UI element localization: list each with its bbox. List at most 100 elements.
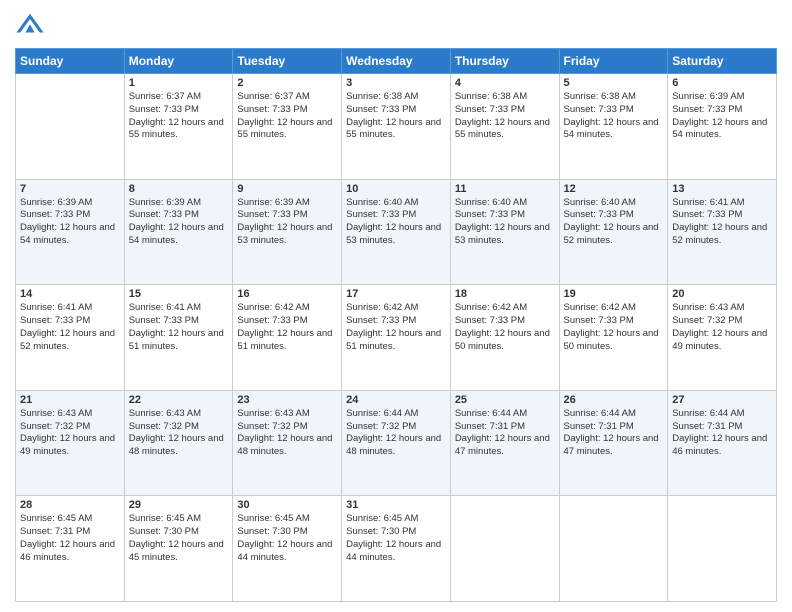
sunrise: Sunrise: 6:44 AM: [455, 408, 527, 419]
daylight: Daylight: 12 hours and 50 minutes.: [564, 328, 659, 352]
cell-text: Sunrise: 6:38 AM Sunset: 7:33 PM Dayligh…: [564, 91, 664, 142]
sunrise: Sunrise: 6:42 AM: [564, 302, 636, 313]
sunset: Sunset: 7:31 PM: [672, 421, 742, 432]
daylight: Daylight: 12 hours and 55 minutes.: [346, 117, 441, 141]
cell-text: Sunrise: 6:38 AM Sunset: 7:33 PM Dayligh…: [455, 91, 555, 142]
sunset: Sunset: 7:33 PM: [455, 315, 525, 326]
sunset: Sunset: 7:33 PM: [129, 209, 199, 220]
sunrise: Sunrise: 6:37 AM: [237, 91, 309, 102]
calendar-cell: 29 Sunrise: 6:45 AM Sunset: 7:30 PM Dayl…: [124, 496, 233, 602]
day-number: 18: [455, 288, 555, 300]
day-number: 30: [237, 499, 337, 511]
calendar-table: SundayMondayTuesdayWednesdayThursdayFrid…: [15, 48, 777, 602]
daylight: Daylight: 12 hours and 44 minutes.: [346, 539, 441, 563]
sunset: Sunset: 7:32 PM: [237, 421, 307, 432]
logo-icon: [15, 10, 45, 40]
sunset: Sunset: 7:30 PM: [237, 526, 307, 537]
calendar-cell: 1 Sunrise: 6:37 AM Sunset: 7:33 PM Dayli…: [124, 74, 233, 180]
cell-text: Sunrise: 6:41 AM Sunset: 7:33 PM Dayligh…: [20, 302, 120, 353]
day-number: 6: [672, 77, 772, 89]
day-number: 31: [346, 499, 446, 511]
cell-text: Sunrise: 6:42 AM Sunset: 7:33 PM Dayligh…: [237, 302, 337, 353]
calendar-cell: 28 Sunrise: 6:45 AM Sunset: 7:31 PM Dayl…: [16, 496, 125, 602]
day-number: 15: [129, 288, 229, 300]
sunrise: Sunrise: 6:43 AM: [237, 408, 309, 419]
calendar-header-saturday: Saturday: [668, 49, 777, 74]
calendar-cell: 9 Sunrise: 6:39 AM Sunset: 7:33 PM Dayli…: [233, 179, 342, 285]
daylight: Daylight: 12 hours and 49 minutes.: [20, 433, 115, 457]
cell-text: Sunrise: 6:39 AM Sunset: 7:33 PM Dayligh…: [129, 197, 229, 248]
sunrise: Sunrise: 6:44 AM: [564, 408, 636, 419]
cell-text: Sunrise: 6:40 AM Sunset: 7:33 PM Dayligh…: [346, 197, 446, 248]
sunrise: Sunrise: 6:41 AM: [20, 302, 92, 313]
day-number: 14: [20, 288, 120, 300]
daylight: Daylight: 12 hours and 53 minutes.: [346, 222, 441, 246]
sunrise: Sunrise: 6:39 AM: [672, 91, 744, 102]
daylight: Daylight: 12 hours and 46 minutes.: [672, 433, 767, 457]
day-number: 10: [346, 183, 446, 195]
calendar-header-thursday: Thursday: [450, 49, 559, 74]
day-number: 5: [564, 77, 664, 89]
daylight: Daylight: 12 hours and 51 minutes.: [346, 328, 441, 352]
cell-text: Sunrise: 6:45 AM Sunset: 7:30 PM Dayligh…: [346, 513, 446, 564]
sunset: Sunset: 7:32 PM: [346, 421, 416, 432]
daylight: Daylight: 12 hours and 52 minutes.: [672, 222, 767, 246]
sunset: Sunset: 7:33 PM: [564, 315, 634, 326]
calendar-cell: [16, 74, 125, 180]
calendar-cell: 12 Sunrise: 6:40 AM Sunset: 7:33 PM Dayl…: [559, 179, 668, 285]
cell-text: Sunrise: 6:39 AM Sunset: 7:33 PM Dayligh…: [672, 91, 772, 142]
calendar-cell: 10 Sunrise: 6:40 AM Sunset: 7:33 PM Dayl…: [342, 179, 451, 285]
sunset: Sunset: 7:33 PM: [129, 104, 199, 115]
daylight: Daylight: 12 hours and 50 minutes.: [455, 328, 550, 352]
cell-text: Sunrise: 6:39 AM Sunset: 7:33 PM Dayligh…: [20, 197, 120, 248]
calendar-header-tuesday: Tuesday: [233, 49, 342, 74]
sunset: Sunset: 7:33 PM: [20, 209, 90, 220]
sunrise: Sunrise: 6:38 AM: [346, 91, 418, 102]
cell-text: Sunrise: 6:44 AM Sunset: 7:32 PM Dayligh…: [346, 408, 446, 459]
calendar-cell: 20 Sunrise: 6:43 AM Sunset: 7:32 PM Dayl…: [668, 285, 777, 391]
sunset: Sunset: 7:33 PM: [455, 209, 525, 220]
sunrise: Sunrise: 6:37 AM: [129, 91, 201, 102]
day-number: 2: [237, 77, 337, 89]
sunrise: Sunrise: 6:44 AM: [346, 408, 418, 419]
calendar-header-monday: Monday: [124, 49, 233, 74]
sunrise: Sunrise: 6:45 AM: [20, 513, 92, 524]
cell-text: Sunrise: 6:39 AM Sunset: 7:33 PM Dayligh…: [237, 197, 337, 248]
daylight: Daylight: 12 hours and 49 minutes.: [672, 328, 767, 352]
daylight: Daylight: 12 hours and 47 minutes.: [455, 433, 550, 457]
calendar-cell: 21 Sunrise: 6:43 AM Sunset: 7:32 PM Dayl…: [16, 390, 125, 496]
header: [15, 10, 777, 40]
day-number: 22: [129, 394, 229, 406]
daylight: Daylight: 12 hours and 53 minutes.: [237, 222, 332, 246]
sunset: Sunset: 7:33 PM: [455, 104, 525, 115]
calendar-cell: 16 Sunrise: 6:42 AM Sunset: 7:33 PM Dayl…: [233, 285, 342, 391]
day-number: 3: [346, 77, 446, 89]
day-number: 23: [237, 394, 337, 406]
sunrise: Sunrise: 6:40 AM: [564, 197, 636, 208]
calendar-cell: 25 Sunrise: 6:44 AM Sunset: 7:31 PM Dayl…: [450, 390, 559, 496]
sunrise: Sunrise: 6:45 AM: [346, 513, 418, 524]
calendar-cell: 14 Sunrise: 6:41 AM Sunset: 7:33 PM Dayl…: [16, 285, 125, 391]
day-number: 12: [564, 183, 664, 195]
day-number: 29: [129, 499, 229, 511]
calendar-cell: 30 Sunrise: 6:45 AM Sunset: 7:30 PM Dayl…: [233, 496, 342, 602]
daylight: Daylight: 12 hours and 53 minutes.: [455, 222, 550, 246]
day-number: 20: [672, 288, 772, 300]
calendar-week-5: 28 Sunrise: 6:45 AM Sunset: 7:31 PM Dayl…: [16, 496, 777, 602]
daylight: Daylight: 12 hours and 48 minutes.: [129, 433, 224, 457]
cell-text: Sunrise: 6:45 AM Sunset: 7:30 PM Dayligh…: [237, 513, 337, 564]
cell-text: Sunrise: 6:37 AM Sunset: 7:33 PM Dayligh…: [129, 91, 229, 142]
daylight: Daylight: 12 hours and 52 minutes.: [564, 222, 659, 246]
daylight: Daylight: 12 hours and 55 minutes.: [455, 117, 550, 141]
calendar-cell: 22 Sunrise: 6:43 AM Sunset: 7:32 PM Dayl…: [124, 390, 233, 496]
calendar-week-2: 7 Sunrise: 6:39 AM Sunset: 7:33 PM Dayli…: [16, 179, 777, 285]
cell-text: Sunrise: 6:42 AM Sunset: 7:33 PM Dayligh…: [455, 302, 555, 353]
sunrise: Sunrise: 6:42 AM: [455, 302, 527, 313]
sunrise: Sunrise: 6:42 AM: [237, 302, 309, 313]
sunset: Sunset: 7:33 PM: [564, 104, 634, 115]
calendar-cell: 2 Sunrise: 6:37 AM Sunset: 7:33 PM Dayli…: [233, 74, 342, 180]
daylight: Daylight: 12 hours and 51 minutes.: [129, 328, 224, 352]
day-number: 21: [20, 394, 120, 406]
sunrise: Sunrise: 6:38 AM: [564, 91, 636, 102]
daylight: Daylight: 12 hours and 48 minutes.: [346, 433, 441, 457]
